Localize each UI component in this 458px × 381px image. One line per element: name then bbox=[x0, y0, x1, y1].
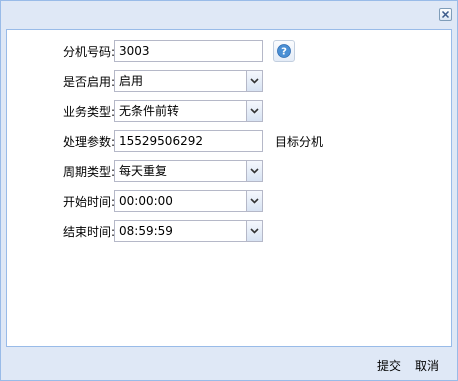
end-time-select[interactable]: 08:59:59 bbox=[114, 220, 263, 242]
svg-text:?: ? bbox=[281, 47, 287, 58]
chevron-down-icon bbox=[250, 78, 259, 84]
start-time-label: 开始时间: bbox=[62, 195, 115, 209]
params-label: 处理参数: bbox=[62, 135, 115, 149]
form-panel: 分机号码: 3003 ? 是否启用: 启用 业务类型: 无条件前转 处理参数: … bbox=[6, 29, 452, 347]
dialog-footer: 提交 取消 bbox=[1, 349, 457, 379]
business-type-value: 无条件前转 bbox=[119, 104, 180, 118]
end-time-dropdown-trigger[interactable] bbox=[246, 220, 263, 242]
cycle-type-dropdown-trigger[interactable] bbox=[246, 160, 263, 182]
cycle-type-value: 每天重复 bbox=[119, 164, 168, 178]
params-input[interactable]: 15529506292 bbox=[114, 130, 263, 152]
enabled-dropdown-trigger[interactable] bbox=[246, 70, 263, 92]
chevron-down-icon bbox=[250, 108, 259, 114]
cycle-type-select[interactable]: 每天重复 bbox=[114, 160, 263, 182]
dialog-window: 分机号码: 3003 ? 是否启用: 启用 业务类型: 无条件前转 处理参数: … bbox=[0, 0, 458, 381]
cancel-button[interactable]: 取消 bbox=[415, 357, 439, 374]
cycle-type-label: 周期类型: bbox=[62, 165, 115, 179]
end-time-label: 结束时间: bbox=[62, 225, 115, 239]
chevron-down-icon bbox=[250, 228, 259, 234]
start-time-value: 00:00:00 bbox=[119, 194, 173, 208]
help-button[interactable]: ? bbox=[273, 40, 295, 62]
start-time-dropdown-trigger[interactable] bbox=[246, 190, 263, 212]
end-time-value: 08:59:59 bbox=[119, 224, 173, 238]
business-type-select[interactable]: 无条件前转 bbox=[114, 100, 263, 122]
params-suffix: 目标分机 bbox=[275, 135, 324, 149]
dialog-header bbox=[1, 1, 457, 29]
chevron-down-icon bbox=[250, 168, 259, 174]
submit-button[interactable]: 提交 bbox=[377, 357, 401, 374]
extension-input[interactable]: 3003 bbox=[114, 40, 263, 62]
start-time-select[interactable]: 00:00:00 bbox=[114, 190, 263, 212]
enabled-label: 是否启用: bbox=[62, 75, 115, 89]
extension-label: 分机号码: bbox=[62, 45, 115, 59]
enabled-value: 启用 bbox=[119, 74, 144, 88]
business-type-label: 业务类型: bbox=[62, 105, 115, 119]
enabled-select[interactable]: 启用 bbox=[114, 70, 263, 92]
close-icon bbox=[441, 10, 450, 19]
business-type-dropdown-trigger[interactable] bbox=[246, 100, 263, 122]
params-value: 15529506292 bbox=[119, 134, 203, 148]
question-icon: ? bbox=[277, 44, 291, 58]
close-button[interactable] bbox=[439, 8, 452, 21]
chevron-down-icon bbox=[250, 198, 259, 204]
extension-value: 3003 bbox=[119, 44, 150, 58]
